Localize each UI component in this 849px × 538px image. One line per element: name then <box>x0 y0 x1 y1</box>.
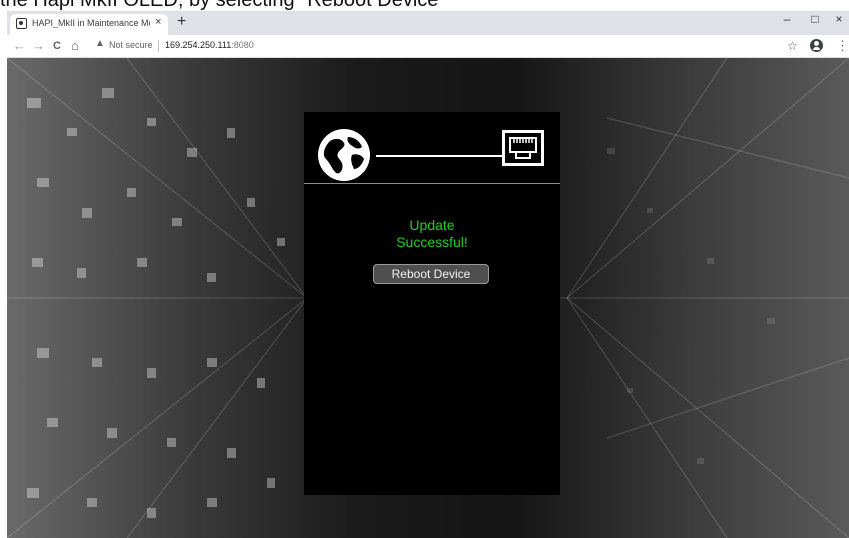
account-icon[interactable] <box>810 39 823 52</box>
back-icon[interactable]: ← <box>13 38 26 53</box>
url-port: :8080 <box>231 40 254 50</box>
security-label[interactable]: Not secure <box>109 40 153 50</box>
status-line-2: Successful! <box>396 234 468 250</box>
maximize-button[interactable]: □ <box>805 12 825 26</box>
globe-icon <box>318 129 370 181</box>
page-caption: the Hapi MkII OLED, by selecting "Reboot… <box>0 0 446 11</box>
url-text[interactable]: 169.254.250.111:8080 <box>165 40 254 50</box>
home-icon[interactable]: ⌂ <box>71 38 79 53</box>
close-window-button[interactable]: × <box>829 12 849 26</box>
address-bar[interactable]: ▲ Not secure 169.254.250.111:8080 <box>93 37 769 55</box>
tab-title: HAPI_MkII in Maintenance Mode <box>32 18 150 28</box>
browser-window: HAPI_MkII in Maintenance Mode × + – □ × … <box>7 11 849 538</box>
browser-toolbar: ← → C ⌂ ▲ Not secure 169.254.250.111:808… <box>7 35 849 58</box>
tab-close-button[interactable]: × <box>155 16 161 28</box>
address-separator <box>158 40 159 52</box>
menu-icon[interactable]: ⋮ <box>836 38 849 54</box>
page-viewport: Update Successful! Reboot Device <box>7 58 849 538</box>
favicon-icon <box>16 18 27 29</box>
reboot-device-button[interactable]: Reboot Device <box>373 264 489 284</box>
connection-line <box>376 155 502 157</box>
browser-tab[interactable]: HAPI_MkII in Maintenance Mode × <box>10 14 168 35</box>
tab-strip: HAPI_MkII in Maintenance Mode × + – □ × <box>7 11 849 35</box>
reload-icon[interactable]: C <box>53 39 61 54</box>
device-panel: Update Successful! Reboot Device <box>304 112 560 495</box>
panel-divider <box>304 183 560 184</box>
status-line-1: Update <box>409 217 455 233</box>
update-status: Update Successful! <box>304 217 560 251</box>
ethernet-port-icon <box>502 130 544 166</box>
warning-icon: ▲ <box>95 38 105 49</box>
star-icon[interactable]: ☆ <box>787 39 798 53</box>
minimize-button[interactable]: – <box>777 12 797 26</box>
forward-icon[interactable]: → <box>32 38 45 53</box>
url-host: 169.254.250.111 <box>165 40 232 50</box>
new-tab-button[interactable]: + <box>177 14 186 30</box>
